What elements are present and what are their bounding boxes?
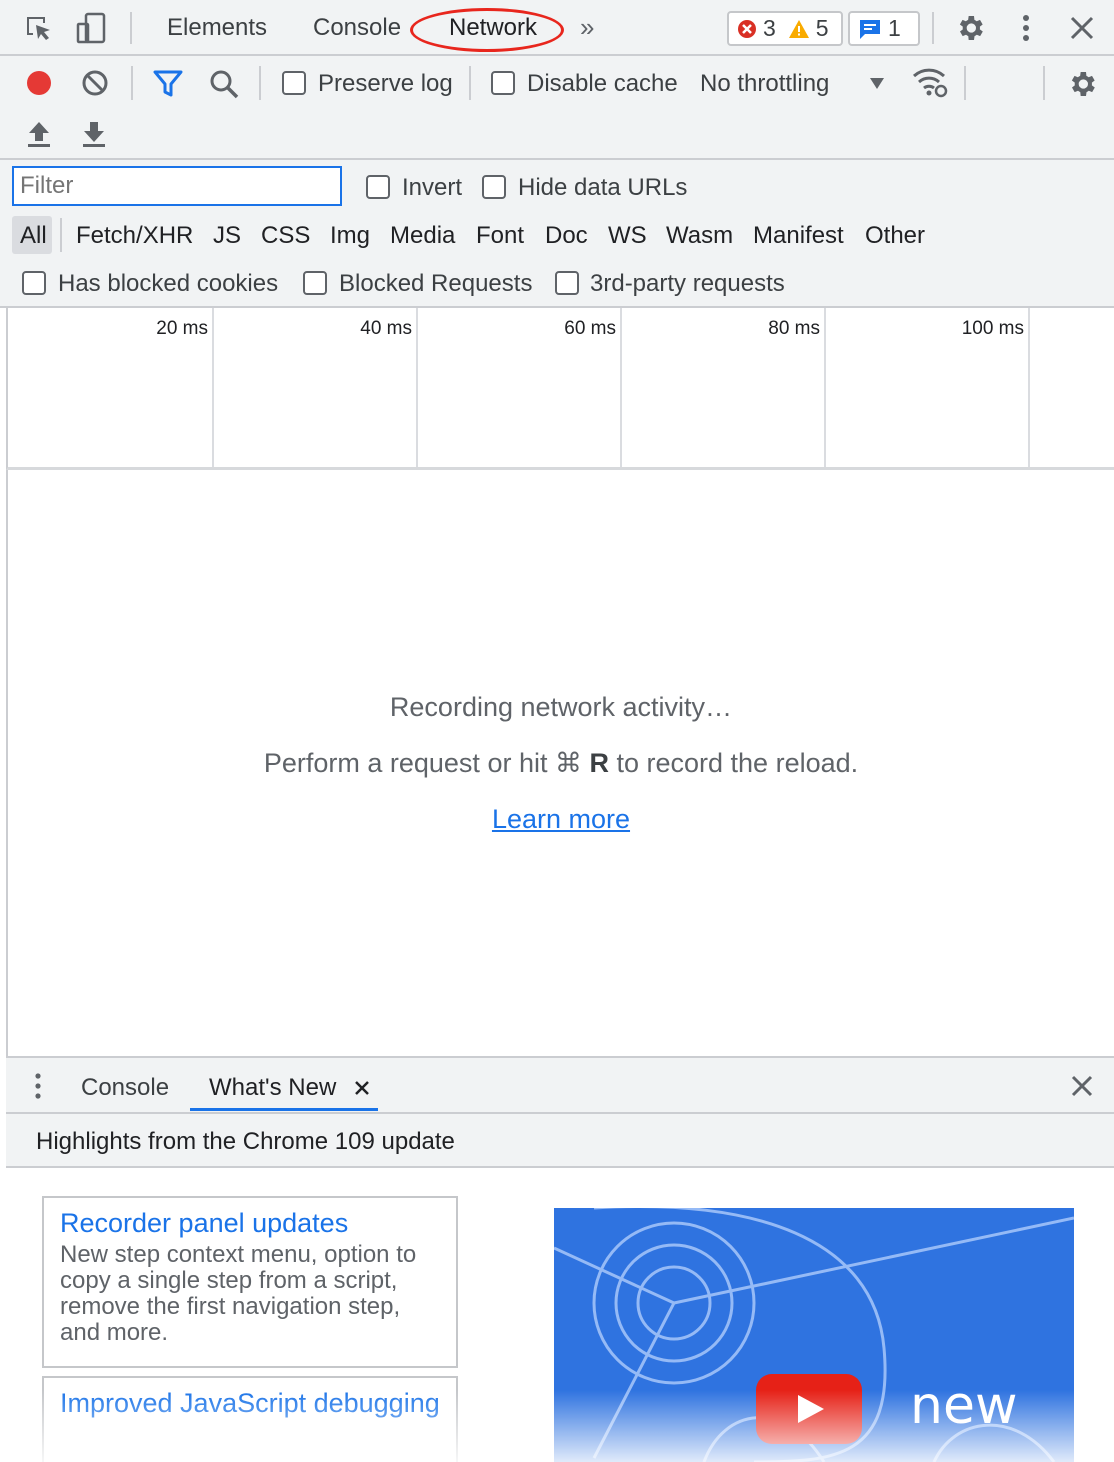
drawer-tab-console[interactable]: Console bbox=[81, 1074, 169, 1102]
reload-key: R bbox=[589, 748, 609, 778]
recording-message: Recording network activity… bbox=[389, 692, 733, 722]
network-empty-state: Recording network activity… Perform a re… bbox=[6, 470, 1114, 1056]
reload-hint-suffix: to record the reload. bbox=[608, 748, 859, 778]
settings-icon[interactable] bbox=[954, 12, 986, 44]
filter-type-doc[interactable]: Doc bbox=[545, 222, 588, 250]
feature-card[interactable]: Recorder panel updates New step context … bbox=[42, 1196, 458, 1368]
filter-type-all[interactable]: All bbox=[20, 222, 47, 250]
tab-console[interactable]: Console bbox=[313, 14, 401, 42]
timeline-tick-20: 20 ms bbox=[156, 318, 208, 339]
messages-counter[interactable]: 1 bbox=[848, 11, 920, 46]
third-party-requests-label: 3rd-party requests bbox=[590, 270, 785, 297]
filter-type-ws[interactable]: WS bbox=[608, 222, 647, 250]
filter-type-css[interactable]: CSS bbox=[261, 222, 310, 250]
network-toolbar: Preserve log Disable cache No throttling bbox=[0, 56, 1114, 160]
annotation-circle bbox=[410, 8, 564, 52]
whats-new-video-thumbnail[interactable]: new bbox=[554, 1208, 1074, 1462]
filter-type-manifest[interactable]: Manifest bbox=[753, 222, 844, 250]
third-party-requests-checkbox[interactable] bbox=[555, 271, 579, 295]
youtube-play-button[interactable] bbox=[756, 1374, 862, 1444]
filter-type-other[interactable]: Other bbox=[865, 222, 925, 250]
disable-cache-checkbox[interactable] bbox=[491, 71, 515, 95]
error-icon bbox=[737, 19, 757, 39]
kebab-menu-icon[interactable] bbox=[1014, 12, 1038, 44]
chevron-down-icon[interactable] bbox=[868, 76, 886, 90]
invert-label: Invert bbox=[402, 174, 463, 201]
invert-checkbox[interactable] bbox=[366, 175, 390, 199]
blocked-requests-label: Blocked Requests bbox=[339, 270, 533, 297]
filter-bar: Invert Hide data URLs All Fetch/XHR JS C… bbox=[0, 160, 1114, 308]
highlights-title: Highlights from the Chrome 109 update bbox=[36, 1128, 455, 1155]
filter-icon[interactable] bbox=[152, 69, 184, 99]
select-element-icon[interactable] bbox=[24, 14, 54, 44]
throttling-select[interactable]: No throttling bbox=[700, 70, 829, 98]
preserve-log-checkbox[interactable] bbox=[282, 71, 306, 95]
message-icon bbox=[858, 18, 882, 40]
issues-counter[interactable]: 3 5 bbox=[727, 11, 843, 46]
feature-card-title[interactable]: Improved JavaScript debugging bbox=[60, 1386, 440, 1420]
more-tabs-button[interactable]: » bbox=[580, 12, 594, 43]
learn-more-link[interactable]: Learn more bbox=[492, 804, 630, 834]
drawer-menu-icon[interactable] bbox=[28, 1072, 48, 1100]
close-drawer-icon[interactable] bbox=[1070, 1074, 1094, 1098]
whats-new-content: Recorder panel updates New step context … bbox=[6, 1168, 1114, 1462]
hide-data-urls-checkbox[interactable] bbox=[482, 175, 506, 199]
warning-icon bbox=[788, 19, 810, 39]
error-count: 3 bbox=[763, 15, 776, 41]
blocked-requests-checkbox[interactable] bbox=[303, 271, 327, 295]
reload-hint: Perform a request or hit ⌘ R to record t… bbox=[8, 748, 1114, 779]
feature-card-title[interactable]: Recorder panel updates bbox=[60, 1206, 440, 1240]
has-blocked-cookies-label: Has blocked cookies bbox=[58, 270, 279, 297]
import-har-icon[interactable] bbox=[26, 120, 52, 148]
device-toggle-icon[interactable] bbox=[76, 12, 108, 44]
whats-new-header: Highlights from the Chrome 109 update bbox=[6, 1114, 1114, 1168]
close-icon[interactable] bbox=[1068, 14, 1096, 42]
export-har-icon[interactable] bbox=[81, 120, 107, 148]
timeline-tick-40: 40 ms bbox=[360, 318, 412, 339]
timeline-tick-80: 80 ms bbox=[768, 318, 820, 339]
message-count: 1 bbox=[888, 15, 901, 41]
reload-hint-prefix: Perform a request or hit bbox=[263, 748, 555, 778]
filter-type-media[interactable]: Media bbox=[390, 222, 455, 250]
feature-card-description: New step context menu, option to copy a … bbox=[60, 1241, 417, 1346]
filter-type-font[interactable]: Font bbox=[476, 222, 524, 250]
filter-input[interactable] bbox=[12, 166, 342, 206]
hide-data-urls-label: Hide data URLs bbox=[518, 174, 688, 201]
timeline-tick-100: 100 ms bbox=[961, 318, 1024, 339]
disable-cache-label: Disable cache bbox=[527, 70, 678, 97]
tab-elements[interactable]: Elements bbox=[167, 14, 267, 42]
timeline-tick-60: 60 ms bbox=[564, 318, 616, 339]
filter-type-wasm[interactable]: Wasm bbox=[666, 222, 733, 250]
drawer-tab-whats-new[interactable]: What's New bbox=[209, 1074, 336, 1102]
active-tab-indicator bbox=[190, 1108, 378, 1111]
network-settings-icon[interactable] bbox=[1066, 68, 1098, 100]
warning-count: 5 bbox=[815, 15, 829, 41]
timeline-overview[interactable]: 20 ms 40 ms 60 ms 80 ms 100 ms bbox=[6, 308, 1114, 470]
filter-type-fetch-xhr[interactable]: Fetch/XHR bbox=[76, 222, 193, 250]
preserve-log-label: Preserve log bbox=[318, 70, 453, 97]
video-caption: new bbox=[910, 1376, 1018, 1436]
play-icon bbox=[796, 1394, 826, 1424]
command-key-symbol: ⌘ bbox=[554, 748, 582, 778]
clear-icon[interactable] bbox=[80, 68, 110, 98]
feature-card[interactable]: Improved JavaScript debugging bbox=[42, 1376, 458, 1462]
network-conditions-icon[interactable] bbox=[912, 66, 948, 100]
devtools-main-toolbar: Elements Console Network » 3 5 1 bbox=[0, 0, 1114, 56]
filter-type-js[interactable]: JS bbox=[213, 222, 241, 250]
search-icon[interactable] bbox=[208, 68, 240, 100]
has-blocked-cookies-checkbox[interactable] bbox=[22, 271, 46, 295]
filter-type-img[interactable]: Img bbox=[330, 222, 370, 250]
drawer-toolbar: Console What's New bbox=[6, 1056, 1114, 1114]
record-icon[interactable] bbox=[24, 68, 54, 98]
close-tab-icon[interactable] bbox=[354, 1080, 370, 1096]
